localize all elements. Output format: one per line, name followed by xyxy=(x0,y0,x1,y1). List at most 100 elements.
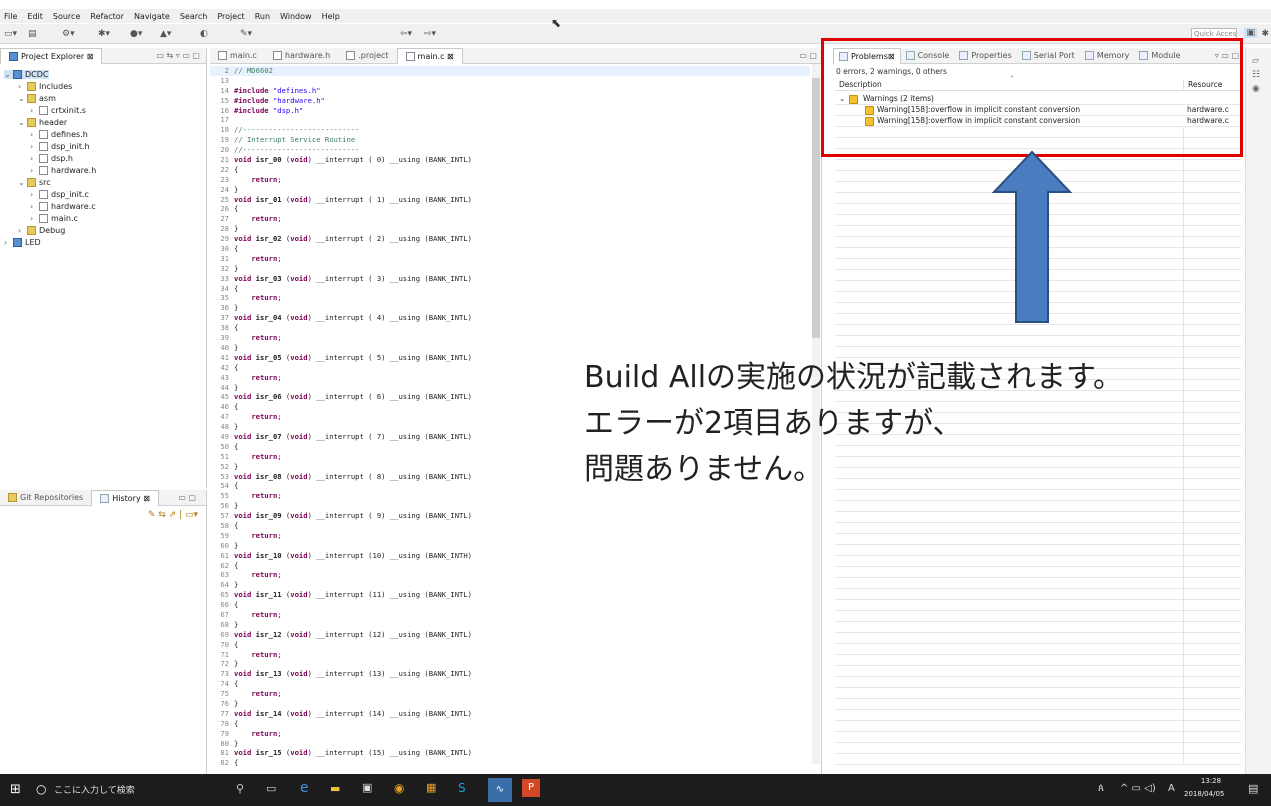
menu-item-edit[interactable]: Edit xyxy=(27,12,43,21)
code-line[interactable]: 67 return; xyxy=(210,610,810,620)
forward-icon[interactable]: ⇨▾ xyxy=(424,29,436,39)
code-line[interactable]: 14 #include "defines.h" xyxy=(210,86,810,96)
editor-scrollbar-thumb[interactable] xyxy=(812,78,820,338)
skype-icon[interactable]: S xyxy=(458,781,466,795)
ime-indicator[interactable]: A xyxy=(1168,783,1175,794)
code-line[interactable]: 76} xyxy=(210,699,810,709)
code-line[interactable]: 27 return; xyxy=(210,214,810,224)
code-line[interactable]: 82 { xyxy=(210,758,810,768)
code-line[interactable]: 39 return; xyxy=(210,333,810,343)
code-line[interactable]: 75 return; xyxy=(210,689,810,699)
menu-item-help[interactable]: Help xyxy=(322,12,340,21)
code-line[interactable]: 58 { xyxy=(210,521,810,531)
tree-item-src[interactable]: ⌄ src xyxy=(18,178,51,187)
app-icon[interactable]: ▦ xyxy=(426,781,436,794)
tab-project-explorer[interactable]: Project Explorer ⊠ xyxy=(0,47,103,64)
code-line[interactable]: 35 return; xyxy=(210,293,810,303)
store-icon[interactable]: ▣ xyxy=(362,781,372,794)
save-icon[interactable]: ▤ xyxy=(28,29,37,39)
expand-icon[interactable]: › xyxy=(30,166,39,175)
task-view-icon[interactable]: ▭ xyxy=(266,782,276,795)
tab-git-repositories[interactable]: Git Repositories xyxy=(0,490,91,506)
menu-item-run[interactable]: Run xyxy=(255,12,270,21)
menu-item-window[interactable]: Window xyxy=(280,12,312,21)
taskbar-search-input[interactable]: ここに入力して検索 xyxy=(54,783,135,796)
code-line[interactable]: 56} xyxy=(210,501,810,511)
expand-icon[interactable]: › xyxy=(30,214,39,223)
code-line[interactable]: 30 { xyxy=(210,244,810,254)
menu-item-project[interactable]: Project xyxy=(217,12,244,21)
new-icon[interactable]: ▭▾ xyxy=(4,29,17,39)
code-line[interactable]: 13 xyxy=(210,76,810,86)
code-line[interactable]: 60} xyxy=(210,541,810,551)
view-menu-icon[interactable]: ▭ ⇆ ▿ ▭ ▢ xyxy=(156,51,206,60)
code-line[interactable]: 71 return; xyxy=(210,650,810,660)
tree-item-dcdc[interactable]: ⌄ DCDC xyxy=(4,70,49,79)
code-line[interactable]: 2 // MD6602 xyxy=(210,66,810,76)
code-line[interactable]: 80} xyxy=(210,739,810,749)
code-line[interactable]: 37 void isr_04 (void) __interrupt ( 4) __… xyxy=(210,313,810,323)
expand-icon[interactable]: › xyxy=(30,106,39,115)
tree-item-main-c[interactable]: › main.c xyxy=(30,214,78,223)
tree-item-dsp-init-h[interactable]: › dsp_init.h xyxy=(30,142,90,151)
code-line[interactable]: 61 void isr_10 (void) __interrupt (10) __… xyxy=(210,551,810,561)
chrome-icon[interactable]: ◉ xyxy=(394,781,404,795)
back-icon[interactable]: ⇦▾ xyxy=(400,29,412,39)
code-line[interactable]: 17 xyxy=(210,115,810,125)
code-line[interactable]: 74 { xyxy=(210,679,810,689)
ide-icon[interactable]: ∿ xyxy=(488,778,512,802)
code-line[interactable]: 33 void isr_03 (void) __interrupt ( 3) __… xyxy=(210,274,810,284)
clock-date[interactable]: 2018/04/05 xyxy=(1184,790,1224,798)
code-line[interactable]: 66 { xyxy=(210,600,810,610)
tree-item-asm[interactable]: ⌄ asm xyxy=(18,94,56,103)
notification-icon[interactable]: ▤ xyxy=(1248,782,1258,795)
code-line[interactable]: 20 //--------------------------- xyxy=(210,145,810,155)
menu-item-refactor[interactable]: Refactor xyxy=(90,12,124,21)
tree-item-includes[interactable]: › Includes xyxy=(18,82,72,91)
code-line[interactable]: 81 void isr_15 (void) __interrupt (15) __… xyxy=(210,748,810,758)
tab-main-c[interactable]: main.c xyxy=(210,48,265,64)
edge-icon[interactable]: e xyxy=(300,780,309,796)
close-icon[interactable]: ⊠ xyxy=(87,52,94,61)
code-line[interactable]: 22 { xyxy=(210,165,810,175)
code-line[interactable]: 59 return; xyxy=(210,531,810,541)
tree-item-header[interactable]: ⌄ header xyxy=(18,118,67,127)
tree-item-hardware-h[interactable]: › hardware.h xyxy=(30,166,96,175)
code-line[interactable]: 65 void isr_11 (void) __interrupt (11) __… xyxy=(210,590,810,600)
tab-history[interactable]: History ⊠ xyxy=(91,489,159,506)
expand-icon[interactable]: › xyxy=(4,238,13,247)
tree-item-debug[interactable]: › Debug xyxy=(18,226,65,235)
expand-icon[interactable]: ⌄ xyxy=(18,178,27,187)
perspective-icon[interactable]: ▣ xyxy=(1244,28,1257,38)
code-line[interactable]: 57 void isr_09 (void) __interrupt ( 9) __… xyxy=(210,511,810,521)
external-tools-icon[interactable]: ▲▾ xyxy=(160,29,171,39)
code-line[interactable]: 38 { xyxy=(210,323,810,333)
tree-item-dsp-h[interactable]: › dsp.h xyxy=(30,154,73,163)
code-line[interactable]: 25 void isr_01 (void) __interrupt ( 1) __… xyxy=(210,195,810,205)
code-line[interactable]: 29 void isr_02 (void) __interrupt ( 2) __… xyxy=(210,234,810,244)
debug-perspective-icon[interactable]: ✱ xyxy=(1261,29,1269,39)
expand-icon[interactable]: ⌄ xyxy=(18,118,27,127)
code-line[interactable]: 73 void isr_13 (void) __interrupt (13) __… xyxy=(210,669,810,679)
explorer-icon[interactable]: ▬ xyxy=(330,782,340,795)
close-icon[interactable]: ⊠ xyxy=(447,52,454,61)
code-line[interactable]: 63 return; xyxy=(210,570,810,580)
expand-icon[interactable]: › xyxy=(30,130,39,139)
code-line[interactable]: 62 { xyxy=(210,561,810,571)
search-icon[interactable]: ✎▾ xyxy=(240,29,252,39)
code-line[interactable]: 70 { xyxy=(210,640,810,650)
tree-item-crtxinit-s[interactable]: › crtxinit.s xyxy=(30,106,86,115)
expand-icon[interactable]: › xyxy=(18,226,27,235)
code-line[interactable]: 78 { xyxy=(210,719,810,729)
mic-icon[interactable]: ⚲ xyxy=(236,782,244,795)
code-line[interactable]: 72} xyxy=(210,659,810,669)
powerpoint-icon[interactable]: P xyxy=(522,779,540,797)
clock-time[interactable]: 13:28 xyxy=(1192,777,1230,785)
expand-icon[interactable]: › xyxy=(30,142,39,151)
code-line[interactable]: 68} xyxy=(210,620,810,630)
tab-hardware-h[interactable]: hardware.h xyxy=(265,48,338,64)
menu-item-source[interactable]: Source xyxy=(53,12,80,21)
menu-item-file[interactable]: File xyxy=(4,12,17,21)
code-line[interactable]: 69 void isr_12 (void) __interrupt (12) __… xyxy=(210,630,810,640)
build-icon[interactable]: ⚙▾ xyxy=(62,29,75,39)
